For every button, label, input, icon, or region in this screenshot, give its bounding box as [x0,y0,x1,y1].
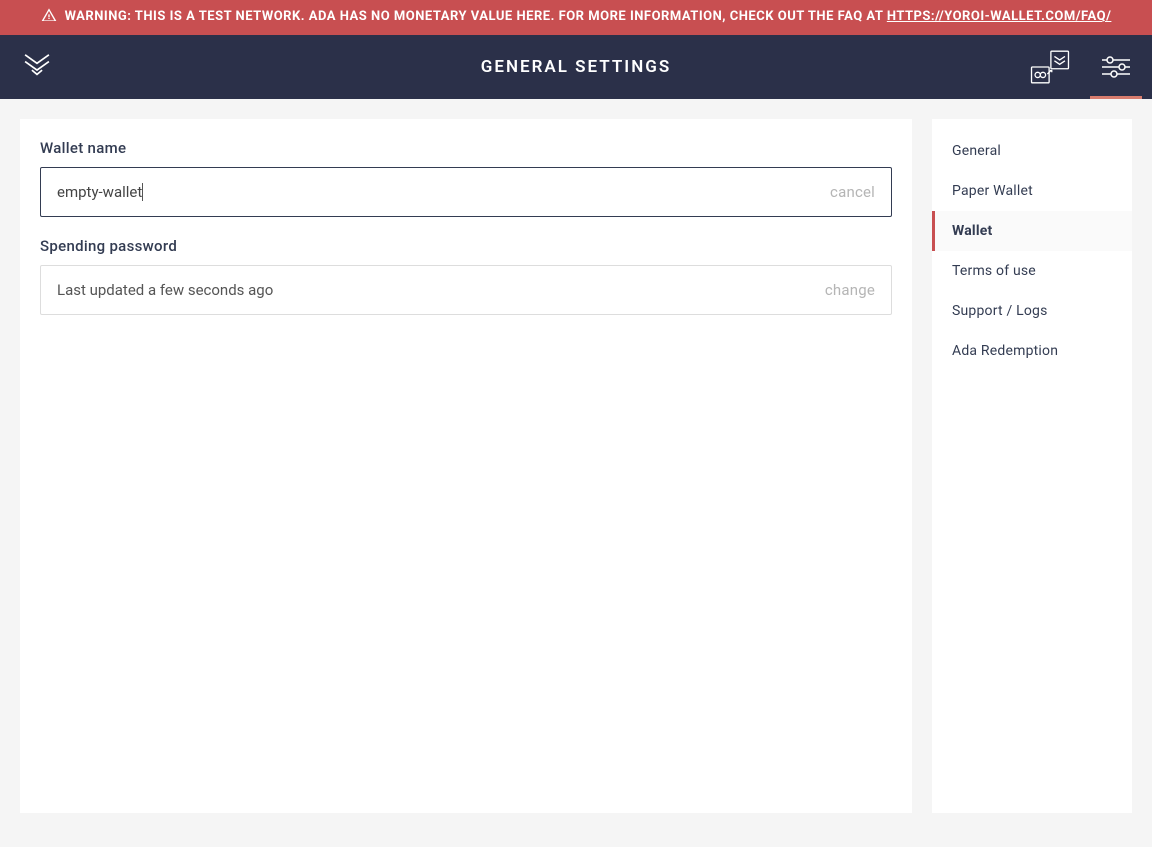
main-panel: Wallet name empty-wallet cancel Spending… [20,119,912,813]
sidebar-item-wallet[interactable]: Wallet [932,211,1132,251]
topbar: GENERAL SETTINGS [0,35,1152,99]
wallet-name-input[interactable]: empty-wallet [57,183,143,201]
wallet-name-block: Wallet name empty-wallet cancel [40,139,892,217]
spending-password-status: Last updated a few seconds ago [57,281,825,299]
sidebar-item-terms-of-use[interactable]: Terms of use [932,251,1132,291]
warning-banner: WARNING: THIS IS A TEST NETWORK. ADA HAS… [0,0,1152,35]
spending-password-label: Spending password [40,237,892,255]
wallet-name-row[interactable]: empty-wallet cancel [40,167,892,217]
wallet-transfer-button[interactable] [1028,35,1072,99]
logo-icon[interactable] [20,48,54,86]
sidebar-item-paper-wallet[interactable]: Paper Wallet [932,171,1132,211]
spending-password-row[interactable]: Last updated a few seconds ago change [40,265,892,315]
page-title: GENERAL SETTINGS [0,57,1152,77]
sidebar-item-general[interactable]: General [932,131,1132,171]
sidebar-item-support-logs[interactable]: Support / Logs [932,291,1132,331]
warning-icon [41,7,57,23]
settings-sidebar: General Paper Wallet Wallet Terms of use… [932,119,1132,813]
spending-password-block: Spending password Last updated a few sec… [40,237,892,315]
warning-text: WARNING: THIS IS A TEST NETWORK. ADA HAS… [65,9,887,24]
settings-button[interactable] [1100,35,1132,99]
wallet-name-cancel-button[interactable]: cancel [830,183,875,201]
spending-password-change-button[interactable]: change [825,281,875,299]
warning-faq-link[interactable]: HTTPS://YOROI-WALLET.COM/FAQ/ [887,9,1112,24]
sidebar-item-ada-redemption[interactable]: Ada Redemption [932,331,1132,371]
wallet-name-label: Wallet name [40,139,892,157]
